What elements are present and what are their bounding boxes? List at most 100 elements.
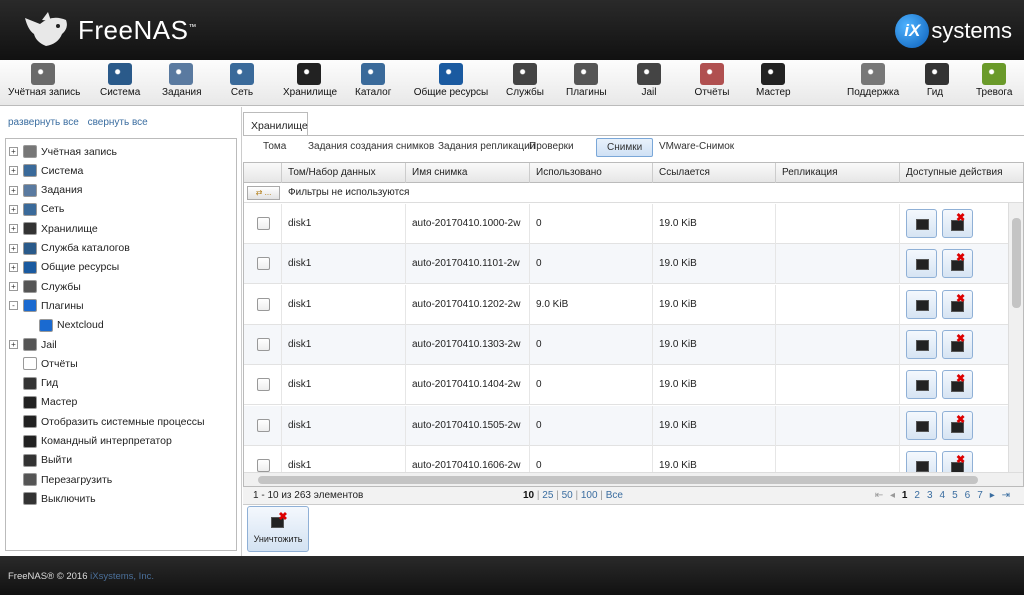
table-row[interactable]: disk1 auto-20170410.1202-2w 9.0 KiB 19.0 Ki… xyxy=(244,284,1009,325)
subtab-0[interactable]: Тома xyxy=(263,138,286,157)
first-page-icon[interactable]: ⇤ xyxy=(875,490,886,501)
prev-page-icon[interactable]: ◂ xyxy=(890,490,898,501)
table-row[interactable]: disk1 auto-20170410.1101-2w 0 19.0 KiB ✖ xyxy=(244,244,1009,285)
sidebar-item-5[interactable]: + Служба каталогов xyxy=(9,239,130,258)
sidebar-item-6[interactable]: + Общие ресурсы xyxy=(9,258,119,277)
expand-toggle-icon[interactable]: + xyxy=(9,185,18,195)
subtab-4[interactable]: Снимки xyxy=(596,138,654,157)
row-checkbox[interactable] xyxy=(257,297,270,311)
expand-toggle-icon[interactable]: + xyxy=(9,340,18,349)
clone-snapshot-button[interactable] xyxy=(906,410,937,440)
subtab-3[interactable]: Проверки xyxy=(529,138,574,157)
toolbar-network[interactable]: Сеть xyxy=(230,63,254,98)
last-page-icon[interactable]: ⇥ xyxy=(1002,490,1010,501)
vertical-scrollbar[interactable] xyxy=(1008,203,1023,473)
page-size-2[interactable]: 50 xyxy=(562,490,573,501)
toolbar-plugins[interactable]: Плагины xyxy=(566,63,607,98)
expand-toggle-icon[interactable]: + xyxy=(9,147,18,156)
toolbar-directory[interactable]: Каталог xyxy=(355,63,391,98)
toolbar-wizard[interactable]: Мастер xyxy=(756,63,791,98)
page-link-2[interactable]: 2 xyxy=(914,490,920,501)
sidebar-item-7[interactable]: + Службы xyxy=(9,277,81,296)
row-checkbox[interactable] xyxy=(257,378,270,392)
clone-snapshot-button[interactable] xyxy=(906,209,937,238)
column-header-0[interactable]: Том/Набор данных xyxy=(281,163,405,183)
toolbar-system[interactable]: Система xyxy=(100,63,140,98)
sidebar-item-8[interactable]: - Плагины xyxy=(9,296,84,315)
row-checkbox[interactable] xyxy=(257,337,270,351)
delete-snapshot-button[interactable]: ✖ xyxy=(942,370,973,400)
column-header-3[interactable]: Ссылается xyxy=(652,163,775,183)
subtab-2[interactable]: Задания репликации xyxy=(438,138,535,157)
sidebar-item-9[interactable]: Nextcloud xyxy=(39,316,104,335)
sidebar-item-2[interactable]: + Задания xyxy=(9,181,83,200)
toolbar-services[interactable]: Службы xyxy=(505,63,545,98)
toolbar-support[interactable]: Поддержка xyxy=(847,63,899,98)
page-size-4[interactable]: Все xyxy=(606,490,623,501)
sidebar-item-1[interactable]: + Система xyxy=(9,161,83,180)
column-header-2[interactable]: Использовано xyxy=(529,163,652,183)
delete-snapshot-button[interactable]: ✖ xyxy=(942,249,973,279)
vertical-scroll-thumb[interactable] xyxy=(1012,218,1021,308)
row-checkbox[interactable] xyxy=(257,418,270,432)
page-link-4[interactable]: 4 xyxy=(940,490,946,501)
sidebar-item-12[interactable]: Гид xyxy=(9,374,58,393)
sidebar-item-15[interactable]: Командный интерпретатор xyxy=(9,432,172,451)
expand-all-link[interactable]: развернуть все xyxy=(8,117,79,128)
sidebar-item-17[interactable]: Перезагрузить xyxy=(9,470,112,489)
sidebar-item-0[interactable]: + Учётная запись xyxy=(9,142,117,161)
expand-toggle-icon[interactable]: + xyxy=(9,282,18,292)
subtab-5[interactable]: VMware-Снимок xyxy=(659,138,734,157)
table-row[interactable]: disk1 auto-20170410.1505-2w 0 19.0 KiB ✖ xyxy=(244,405,1009,446)
expand-toggle-icon[interactable]: + xyxy=(9,204,18,214)
page-link-5[interactable]: 5 xyxy=(952,490,958,501)
row-checkbox[interactable] xyxy=(257,257,270,271)
freenas-logo[interactable]: FreeNAS™ xyxy=(22,10,197,50)
destroy-button[interactable]: ✖ Уничтожить xyxy=(247,506,309,552)
horizontal-scroll-thumb[interactable] xyxy=(258,476,978,484)
clone-snapshot-button[interactable] xyxy=(906,370,937,400)
page-link-3[interactable]: 3 xyxy=(927,490,933,501)
delete-snapshot-button[interactable]: ✖ xyxy=(942,410,973,440)
page-size-0[interactable]: 10 xyxy=(523,490,534,501)
row-checkbox[interactable] xyxy=(257,458,270,472)
filter-button[interactable]: ⇄ ... xyxy=(247,186,280,200)
sidebar-item-11[interactable]: Отчёты xyxy=(9,354,78,373)
toolbar-tasks[interactable]: Задания xyxy=(162,63,202,98)
sidebar-item-18[interactable]: Выключить xyxy=(9,489,96,508)
sidebar-item-16[interactable]: Выйти xyxy=(9,451,72,470)
table-row[interactable]: disk1 auto-20170410.1303-2w 0 19.0 KiB ✖ xyxy=(244,324,1009,365)
next-page-icon[interactable]: ▸ xyxy=(990,490,998,501)
page-link-6[interactable]: 6 xyxy=(965,490,971,501)
sidebar-item-13[interactable]: Мастер xyxy=(9,393,77,412)
delete-snapshot-button[interactable]: ✖ xyxy=(942,329,973,359)
table-row[interactable]: disk1 auto-20170410.1000-2w 0 19.0 KiB ✖ xyxy=(244,204,1009,244)
delete-snapshot-button[interactable]: ✖ xyxy=(942,289,973,319)
row-checkbox[interactable] xyxy=(257,217,270,230)
column-header-1[interactable]: Имя снимка xyxy=(405,163,529,183)
clone-snapshot-button[interactable] xyxy=(906,249,937,279)
toolbar-sharing[interactable]: Общие ресурсы xyxy=(413,63,489,98)
page-link-1[interactable]: 1 xyxy=(902,490,908,501)
page-link-7[interactable]: 7 xyxy=(977,490,983,501)
company-link[interactable]: iXsystems, Inc. xyxy=(90,571,154,582)
expand-toggle-icon[interactable]: + xyxy=(9,262,18,272)
expand-toggle-icon[interactable]: + xyxy=(9,243,18,253)
clone-snapshot-button[interactable] xyxy=(906,289,937,319)
column-header-5[interactable]: Доступные действия xyxy=(899,163,1023,183)
toolbar-guide[interactable]: Гид xyxy=(925,63,949,98)
sidebar-item-4[interactable]: + Хранилище xyxy=(9,219,98,238)
collapse-toggle-icon[interactable]: - xyxy=(9,301,18,311)
clone-snapshot-button[interactable] xyxy=(906,329,937,359)
expand-toggle-icon[interactable]: + xyxy=(9,224,18,234)
table-row[interactable]: disk1 auto-20170410.1404-2w 0 19.0 KiB ✖ xyxy=(244,365,1009,406)
ixsystems-logo[interactable]: iX systems xyxy=(895,14,1012,48)
toolbar-users[interactable]: Учётная запись xyxy=(8,63,80,98)
sidebar-item-3[interactable]: + Сеть xyxy=(9,200,64,219)
expand-toggle-icon[interactable]: + xyxy=(9,166,18,176)
horizontal-scrollbar[interactable] xyxy=(244,472,1023,486)
column-header-4[interactable]: Репликация xyxy=(775,163,899,183)
collapse-all-link[interactable]: свернуть все xyxy=(88,117,148,128)
toolbar-storage[interactable]: Хранилище xyxy=(283,63,337,98)
toolbar-jail[interactable]: Jail xyxy=(637,63,661,98)
